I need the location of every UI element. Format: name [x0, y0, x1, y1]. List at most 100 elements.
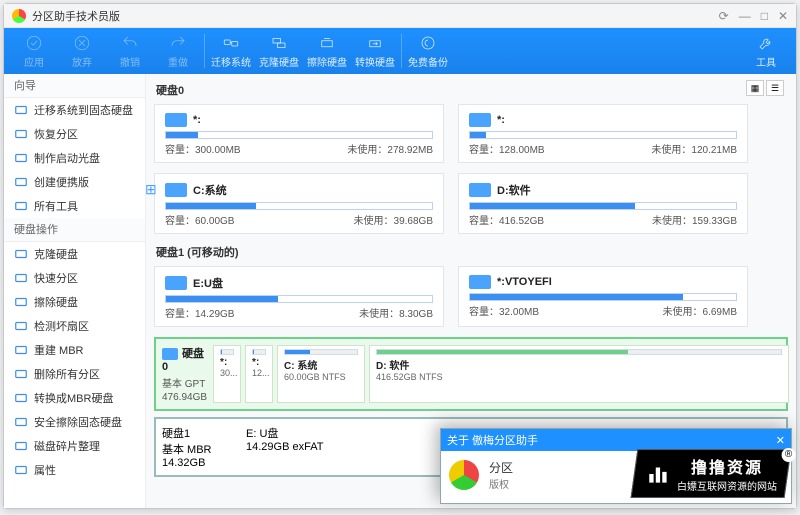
migrate-os-icon [14, 103, 28, 117]
sidebar-item-clone-disk-icon[interactable]: 克隆硬盘 [4, 242, 145, 266]
about-line2: 版权 [489, 476, 513, 491]
sidebar-item-convert-mbr-icon[interactable]: 转换成MBR硬盘 [4, 386, 145, 410]
discard-button[interactable]: 放弃 [58, 30, 106, 72]
partition-size: 30... [220, 368, 234, 378]
sidebar-item-surface-test-icon[interactable]: 检测坏扇区 [4, 314, 145, 338]
disk-row[interactable]: 硬盘0 基本 GPT 476.94GB *: 30... *: 12... C:… [154, 337, 788, 411]
usage-bar [469, 293, 737, 301]
all-tools-icon [14, 199, 28, 213]
sidebar-item-delete-all-icon[interactable]: 删除所有分区 [4, 362, 145, 386]
partition-size: 12... [252, 368, 266, 378]
disk0-header: 硬盘0 [156, 82, 788, 98]
drive-icon [469, 275, 491, 289]
drive-icon [165, 183, 187, 197]
disk-icon [162, 348, 178, 360]
sidebar-item-wipe-disk-icon[interactable]: 擦除硬盘 [4, 290, 145, 314]
undo-button[interactable]: 撤销 [106, 30, 154, 72]
clone-icon [270, 34, 288, 52]
minimize-button[interactable]: — [739, 9, 751, 23]
sidebar-item-label: 删除所有分区 [34, 366, 100, 382]
clone-disk-button[interactable]: 克隆硬盘 [255, 30, 303, 72]
sidebar-item-quick-partition-icon[interactable]: 快速分区 [4, 266, 145, 290]
wrench-icon [757, 34, 775, 52]
migrate-os-button[interactable]: 迁移系统 [207, 30, 255, 72]
partition-name: *:VTOYEFI [497, 276, 552, 288]
convert-mbr-icon [14, 391, 28, 405]
sidebar-item-label: 转换成MBR硬盘 [34, 390, 113, 406]
partition-card[interactable]: D:软件 容量：416.52GB未使用：159.33GB [458, 173, 748, 234]
partition-card[interactable]: C:系统 容量：60.00GB未使用：39.68GB [154, 173, 444, 234]
sidebar-item-rebuild-mbr-icon[interactable]: 重建 MBR [4, 338, 145, 362]
partition-label: *: [252, 357, 266, 368]
diskops-header: 硬盘操作 [4, 218, 145, 242]
sidebar-item-label: 快速分区 [34, 270, 78, 286]
maximize-button[interactable]: □ [761, 9, 768, 23]
drive-icon [469, 113, 491, 127]
sidebar: 向导 迁移系统到固态硬盘恢复分区制作启动光盘创建便携版所有工具 硬盘操作 克隆硬… [4, 74, 146, 508]
about-dialog-title: 关于 傲梅分区助手 [447, 432, 538, 448]
disk-row-partition[interactable]: C: 系统 60.00GB NTFS [277, 345, 365, 403]
partition-card[interactable]: *: 容量：300.00MB未使用：278.92MB [154, 104, 444, 163]
sidebar-item-label: 迁移系统到固态硬盘 [34, 102, 133, 118]
capacity-label: 容量：300.00MB [165, 141, 241, 156]
redo-button[interactable]: 重做 [154, 30, 202, 72]
convert-icon [366, 34, 384, 52]
capacity-label: 容量：14.29GB [165, 305, 234, 320]
migrate-icon [222, 34, 240, 52]
sidebar-item-migrate-os-icon[interactable]: 迁移系统到固态硬盘 [4, 98, 145, 122]
capacity-label: 容量：32.00MB [469, 303, 539, 318]
defrag-icon [14, 439, 28, 453]
capacity-label: 容量：60.00GB [165, 212, 234, 227]
disk1-header: 硬盘1 (可移动的) [156, 244, 788, 260]
about-line1: 分区 [489, 459, 513, 476]
partition-name: *: [497, 114, 505, 126]
quick-partition-icon [14, 271, 28, 285]
wipe-disk-button[interactable]: 擦除硬盘 [303, 30, 351, 72]
view-grid-button[interactable]: ▦ [746, 80, 764, 96]
free-label: 未使用：120.21MB [651, 141, 737, 156]
usage-bar [165, 202, 433, 210]
disk-row-partition[interactable]: *: 30... [213, 345, 241, 403]
usage-bar [165, 295, 433, 303]
disk-row-partition[interactable]: E: U盘 14.29GB exFAT [246, 425, 466, 453]
surface-test-icon [14, 319, 28, 333]
drive-icon [165, 113, 187, 127]
partition-label: D: 软件 [376, 357, 782, 372]
tools-button[interactable]: 工具 [742, 30, 790, 72]
close-button[interactable]: ✕ [778, 9, 788, 23]
main-toolbar: 应用 放弃 撤销 重做 迁移系统 克隆硬盘 擦除硬盘 转换硬盘 免费备份 工具 [4, 28, 796, 74]
portable-icon [14, 175, 28, 189]
partition-card[interactable]: E:U盘 容量：14.29GB未使用：8.30GB [154, 266, 444, 327]
sidebar-item-defrag-icon[interactable]: 磁盘碎片整理 [4, 434, 145, 458]
sidebar-item-boot-disc-icon[interactable]: 制作启动光盘 [4, 146, 145, 170]
partition-name: *: [193, 114, 201, 126]
wipe-disk-icon [14, 295, 28, 309]
disk-row-partition[interactable]: *: 12... [245, 345, 273, 403]
convert-disk-button[interactable]: 转换硬盘 [351, 30, 399, 72]
partition-size: 60.00GB NTFS [284, 372, 358, 382]
refresh-icon[interactable]: ⟳ [719, 9, 729, 23]
partition-card[interactable]: *:VTOYEFI 容量：32.00MB未使用：6.69MB [458, 266, 748, 327]
secure-erase-ssd-icon [14, 415, 28, 429]
sidebar-item-secure-erase-ssd-icon[interactable]: 安全擦除固态硬盘 [4, 410, 145, 434]
partition-card[interactable]: *: 容量：128.00MB未使用：120.21MB [458, 104, 748, 163]
recover-partition-icon [14, 127, 28, 141]
disk-type: 基本 MBR [162, 441, 240, 457]
free-backup-button[interactable]: 免费备份 [404, 30, 452, 72]
sidebar-item-properties-icon[interactable]: 属性 [4, 458, 145, 482]
usage-bar [469, 131, 737, 139]
partition-label: *: [220, 357, 234, 368]
view-list-button[interactable]: ☰ [766, 80, 784, 96]
disk-name: 硬盘1 [162, 428, 190, 440]
sidebar-item-recover-partition-icon[interactable]: 恢复分区 [4, 122, 145, 146]
app-title: 分区助手技术员版 [32, 8, 719, 24]
sidebar-item-label: 创建便携版 [34, 174, 89, 190]
partition-size: 416.52GB NTFS [376, 372, 782, 382]
sidebar-item-label: 安全擦除固态硬盘 [34, 414, 122, 430]
rebuild-mbr-icon [14, 343, 28, 357]
about-dialog-close[interactable]: ✕ [776, 434, 785, 447]
disk-row-partition[interactable]: D: 软件 416.52GB NTFS [369, 345, 789, 403]
apply-button[interactable]: 应用 [10, 30, 58, 72]
sidebar-item-all-tools-icon[interactable]: 所有工具 [4, 194, 145, 218]
sidebar-item-portable-icon[interactable]: 创建便携版 [4, 170, 145, 194]
